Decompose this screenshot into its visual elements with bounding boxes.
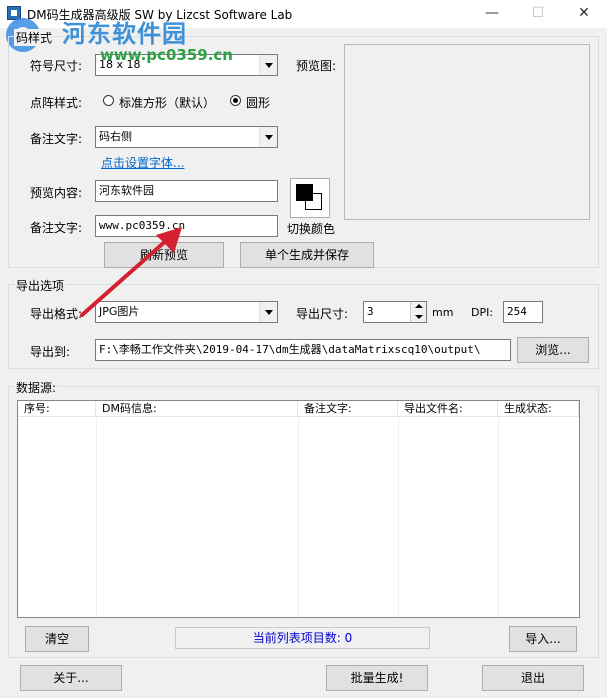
clear-button[interactable]: 清空	[25, 626, 89, 652]
dot-style-square-radio[interactable]	[103, 95, 114, 106]
dot-style-label: 点阵样式:	[30, 96, 83, 110]
column-divider	[398, 417, 399, 617]
chevron-down-icon	[259, 127, 277, 147]
chevron-down-icon	[259, 55, 277, 75]
column-divider	[96, 417, 97, 617]
dot-style-square-label[interactable]: 标准方形（默认）	[119, 94, 215, 111]
preview-image-area	[344, 44, 590, 220]
browse-button[interactable]: 浏览...	[517, 337, 589, 363]
exit-button[interactable]: 退出	[482, 665, 584, 691]
switch-color-label[interactable]: 切换颜色	[287, 220, 335, 237]
watermark-text: 河东软件园	[62, 20, 187, 48]
about-button[interactable]: 关于...	[20, 665, 122, 691]
spin-down-icon[interactable]	[410, 312, 426, 322]
code-style-group-title: 码样式	[14, 29, 55, 46]
save-single-button[interactable]: 单个生成并保存	[240, 242, 374, 268]
export-path-input[interactable]: F:\李畅工作文件夹\2019-04-17\dm生成器\dataMatrixsc…	[95, 339, 511, 361]
column-divider	[298, 417, 299, 617]
note-text-label: 备注文字:	[30, 132, 83, 146]
export-to-label: 导出到:	[30, 345, 71, 359]
watermark-url: www.pc0359.cn	[100, 46, 233, 64]
preview-image-label: 预览图:	[296, 59, 337, 73]
export-size-stepper[interactable]: 3	[363, 301, 427, 323]
foreground-color-icon	[296, 184, 313, 201]
export-size-unit: mm	[432, 306, 454, 319]
chevron-down-icon	[259, 302, 277, 322]
column-header-note[interactable]: 备注文字:	[298, 401, 398, 417]
column-header-status[interactable]: 生成状态:	[498, 401, 579, 417]
dpi-input[interactable]: 254	[503, 301, 543, 323]
column-header-index[interactable]: 序号:	[18, 401, 96, 417]
import-button[interactable]: 导入...	[509, 626, 577, 652]
export-size-label: 导出尺寸:	[296, 307, 349, 321]
spin-up-icon[interactable]	[410, 302, 426, 312]
annotation-arrow-icon	[80, 227, 182, 317]
color-swatch-button[interactable]	[290, 178, 330, 218]
column-header-dm-info[interactable]: DM码信息:	[96, 401, 298, 417]
preview-content-label: 预览内容:	[30, 186, 83, 200]
export-group-title: 导出选项	[14, 277, 67, 294]
column-header-filename[interactable]: 导出文件名:	[398, 401, 498, 417]
preview-content-input[interactable]: 河东软件园	[95, 180, 278, 202]
column-divider	[498, 417, 499, 617]
minimize-button[interactable]: —	[469, 0, 515, 28]
note-position-value: 码右侧	[99, 130, 132, 143]
data-table[interactable]: 序号: DM码信息: 备注文字: 导出文件名: 生成状态:	[17, 400, 580, 618]
data-source-group-title: 数据源:	[14, 379, 59, 396]
font-settings-link[interactable]: 点击设置字体...	[101, 154, 184, 171]
list-count-status: 当前列表项目数: 0	[175, 627, 430, 649]
close-button[interactable]: ✕	[561, 0, 607, 28]
dpi-label: DPI:	[471, 306, 494, 319]
note-position-select[interactable]: 码右侧	[95, 126, 278, 148]
dot-style-circle-label[interactable]: 圆形	[246, 94, 270, 111]
export-size-value: 3	[367, 305, 374, 318]
symbol-size-label: 符号尺寸:	[30, 59, 83, 73]
batch-generate-button[interactable]: 批量生成!	[326, 665, 428, 691]
maximize-button[interactable]: ☐	[515, 0, 561, 28]
dot-style-circle-radio[interactable]	[230, 95, 241, 106]
